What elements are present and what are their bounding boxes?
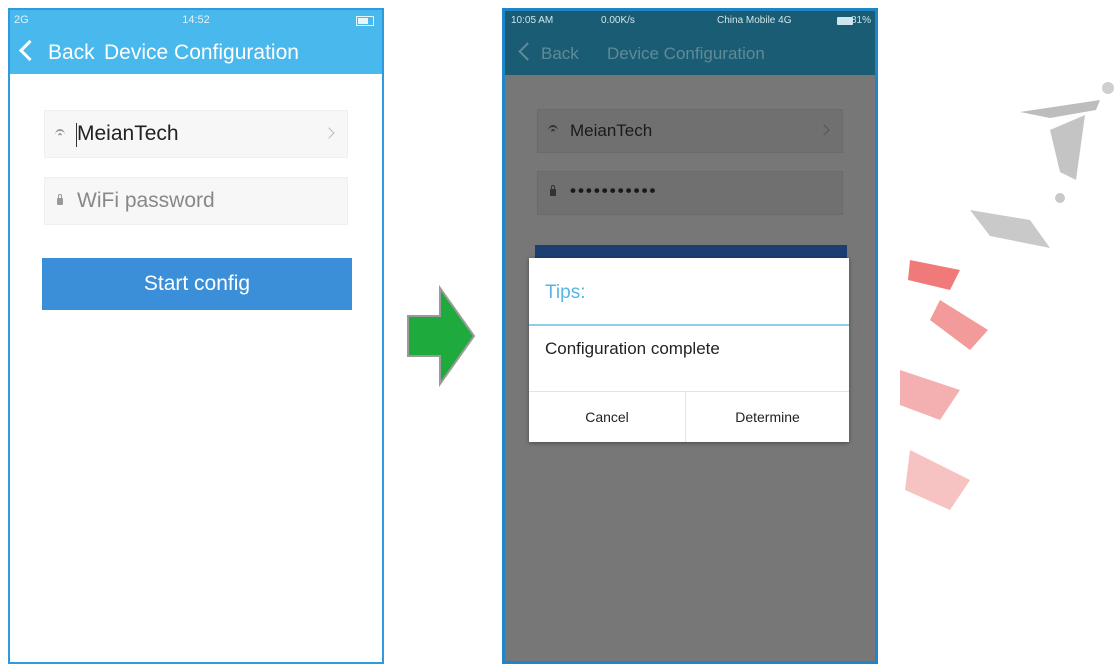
wifi-ssid-selector[interactable]: MeianTech: [537, 109, 843, 153]
password-placeholder: WiFi password: [77, 189, 215, 212]
phone-screen-after: 10:05 AM 0.00K/s China Mobile 4G 81% Bac…: [502, 8, 878, 664]
arrow-right-icon: [407, 284, 476, 388]
back-chevron-icon[interactable]: [518, 42, 537, 61]
determine-button[interactable]: Determine: [686, 392, 849, 442]
ssid-value: MeianTech: [570, 121, 653, 140]
battery-icon: [356, 16, 374, 26]
back-chevron-icon[interactable]: [18, 39, 41, 62]
start-config-button[interactable]: Start config: [42, 258, 352, 310]
wifi-ssid-selector[interactable]: MeianTech: [44, 110, 348, 158]
cancel-button[interactable]: Cancel: [529, 392, 685, 442]
status-time: 10:05 AM: [511, 15, 554, 26]
dialog-title: Tips:: [545, 282, 586, 303]
tips-dialog: Tips: Configuration complete Cancel Dete…: [529, 258, 849, 442]
page-title: Device Configuration: [104, 41, 299, 64]
wifi-icon: [55, 129, 65, 139]
wifi-icon: [548, 125, 558, 135]
wifi-password-field[interactable]: WiFi password: [44, 177, 348, 225]
nav-bar: Back Device Configuration: [505, 31, 875, 75]
watermark-decoration: [900, 82, 1114, 510]
dialog-divider: [529, 324, 849, 326]
dialog-message: Configuration complete: [545, 339, 720, 358]
wifi-password-field[interactable]: •••••••••••: [537, 171, 843, 215]
chevron-right-icon: [818, 124, 830, 136]
nav-bar: Back Device Configuration: [10, 30, 382, 74]
ssid-value: MeianTech: [77, 122, 179, 145]
page-title: Device Configuration: [607, 44, 765, 63]
status-bar: 10:05 AM 0.00K/s China Mobile 4G 81%: [505, 11, 875, 31]
chevron-right-icon: [323, 127, 335, 139]
password-mask: •••••••••••: [570, 181, 658, 200]
back-button[interactable]: Back: [48, 41, 95, 65]
status-bar: 2G 14:52: [10, 10, 382, 30]
battery-level: 81%: [850, 15, 871, 26]
lock-icon: [550, 185, 556, 196]
phone-screen-before: 2G 14:52 Back Device Configuration Meian…: [8, 8, 384, 664]
status-time: 14:52: [182, 14, 210, 26]
carrier-label: China Mobile 4G: [717, 15, 792, 26]
network-speed: 0.00K/s: [601, 15, 635, 26]
back-button[interactable]: Back: [541, 44, 579, 64]
lock-icon: [57, 194, 63, 205]
